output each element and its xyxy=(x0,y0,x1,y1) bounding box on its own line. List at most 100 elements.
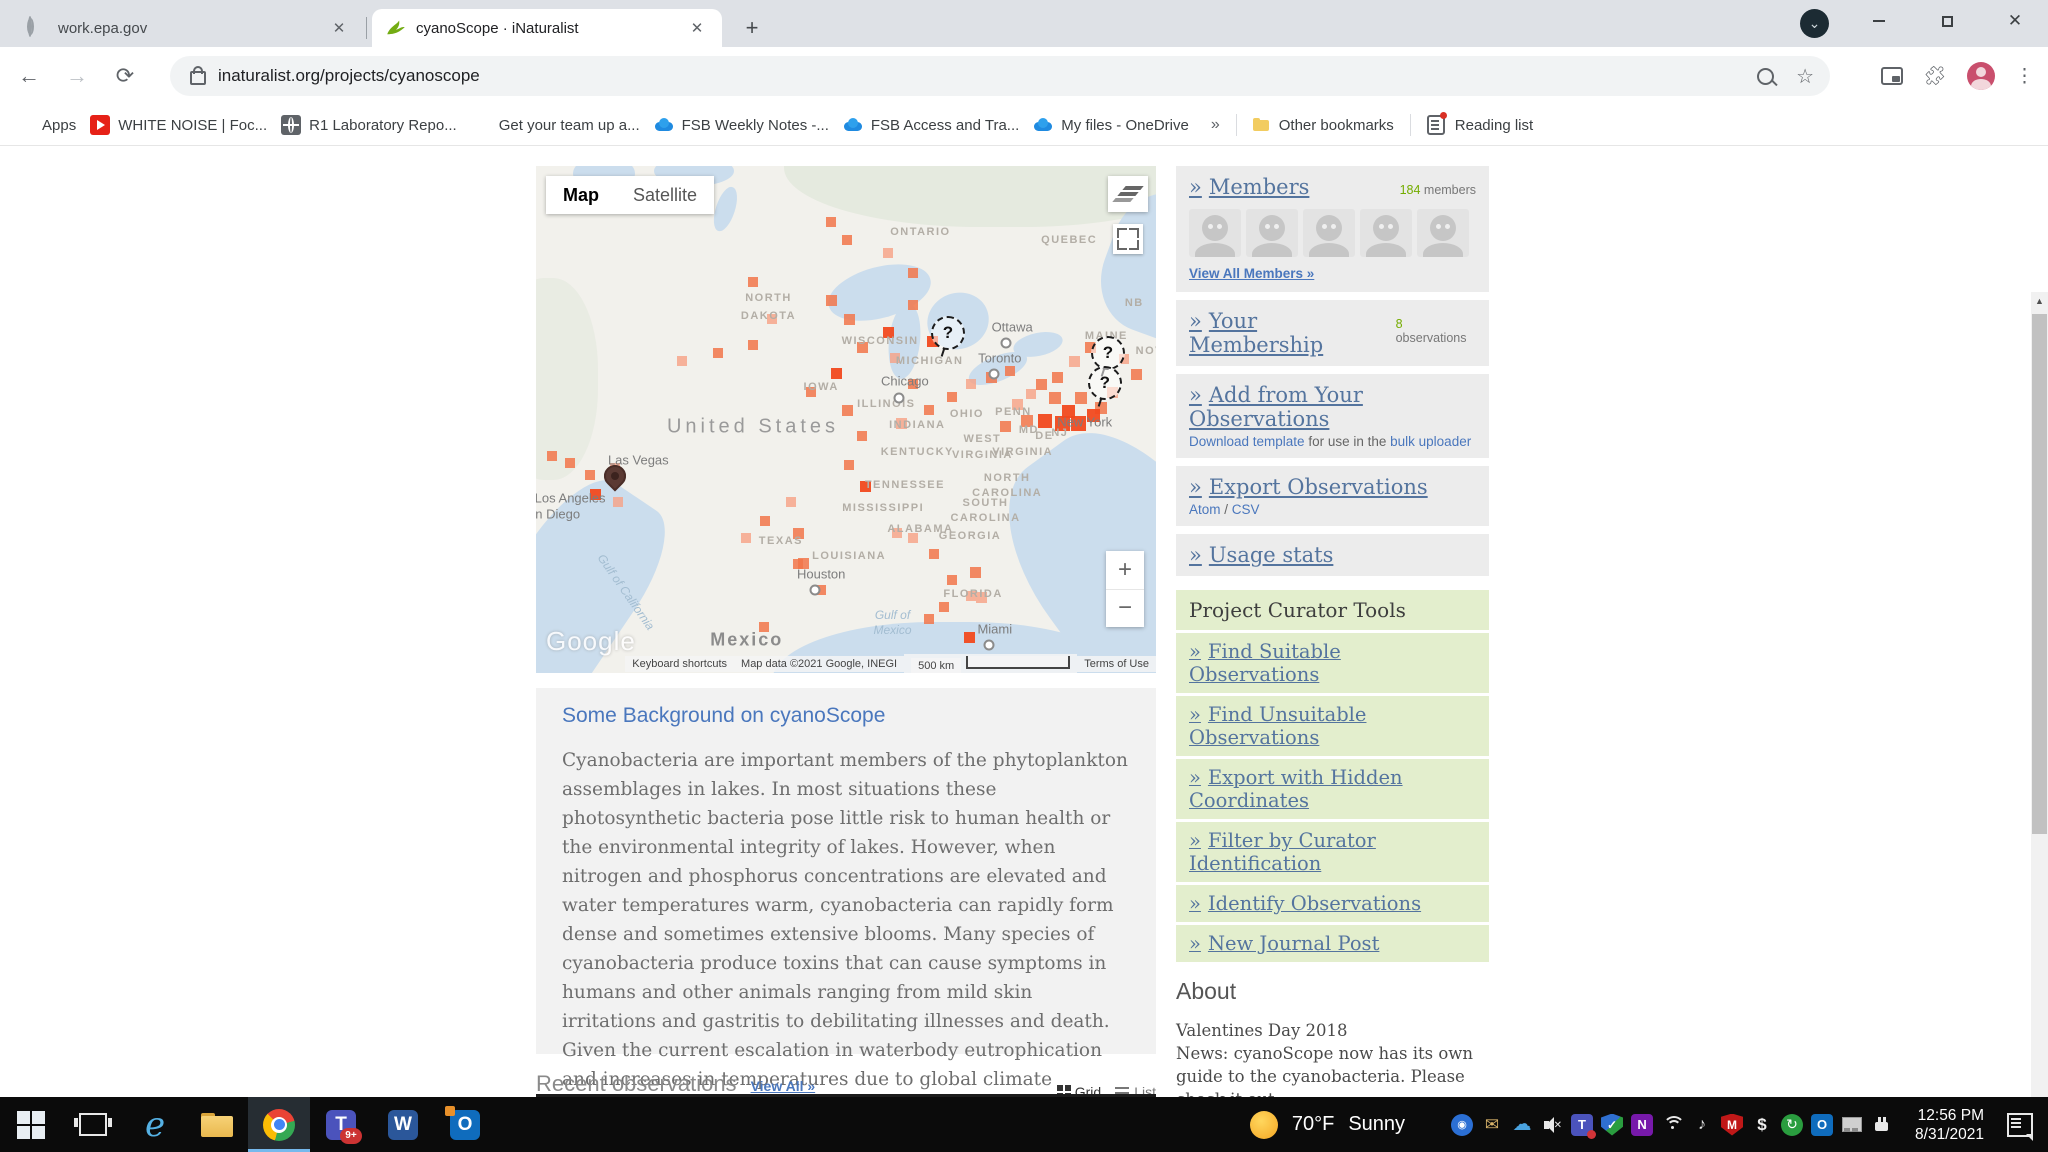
observation-heat-cell[interactable] xyxy=(565,458,575,468)
curator-tool-link[interactable]: »Find Suitable Observations xyxy=(1189,640,1341,686)
onedrive-tray-icon[interactable]: ☁ xyxy=(1511,1114,1533,1136)
observation-heat-cell[interactable] xyxy=(1038,414,1052,428)
scrollbar-thumb[interactable] xyxy=(2032,314,2047,834)
observation-heat-cell[interactable] xyxy=(1005,366,1015,376)
reading-list-button[interactable]: Reading list xyxy=(1425,115,1533,135)
curator-tool-link[interactable]: »Find Unsuitable Observations xyxy=(1189,703,1366,749)
start-button[interactable] xyxy=(0,1097,62,1152)
observation-heat-cell[interactable] xyxy=(939,602,949,612)
bulk-uploader-link[interactable]: bulk uploader xyxy=(1390,434,1471,449)
pip-extension-icon[interactable] xyxy=(1881,67,1903,85)
observation-heat-cell[interactable] xyxy=(842,405,853,416)
power-plug-icon[interactable] xyxy=(1871,1114,1893,1136)
journal-post-title[interactable]: Some Background on cyanoScope xyxy=(562,704,1130,728)
observation-heat-cell[interactable] xyxy=(908,268,918,278)
unknown-observation-marker[interactable]: ? xyxy=(1091,336,1125,370)
map-layers-button[interactable] xyxy=(1108,176,1148,212)
observations-map[interactable]: Map Satellite + − Google Keyboard shortc… xyxy=(536,166,1156,673)
other-bookmarks-button[interactable]: Other bookmarks xyxy=(1251,115,1394,135)
observation-heat-cell[interactable] xyxy=(1075,392,1087,404)
map-zoom-in-button[interactable]: + xyxy=(1106,551,1144,590)
bookmark-r1-laboratory-repo[interactable]: R1 Laboratory Repo... xyxy=(281,115,457,135)
observation-heat-cell[interactable] xyxy=(966,379,976,389)
observation-heat-cell[interactable] xyxy=(857,431,867,441)
bookmark-fsb-access-and-tra[interactable]: FSB Access and Tra... xyxy=(843,115,1019,135)
member-avatar[interactable] xyxy=(1303,209,1355,257)
outlook-tray-icon[interactable]: O xyxy=(1811,1114,1833,1136)
observation-heat-cell[interactable] xyxy=(908,533,918,543)
keyboard-shortcuts-link[interactable]: Keyboard shortcuts xyxy=(625,656,734,672)
observation-heat-cell[interactable] xyxy=(547,451,557,461)
bookmark-apps[interactable]: Apps xyxy=(14,115,76,135)
teams-tray-icon[interactable]: T xyxy=(1571,1114,1593,1136)
usage-stats-link[interactable]: »Usage stats xyxy=(1189,543,1333,567)
bookmark-my-files-onedrive[interactable]: My files - OneDrive xyxy=(1033,115,1189,135)
map-type-satellite-button[interactable]: Satellite xyxy=(616,176,714,214)
observation-heat-cell[interactable] xyxy=(883,248,893,258)
curator-tool-link[interactable]: »Filter by Curator Identification xyxy=(1189,829,1376,875)
unknown-observation-marker[interactable]: ? xyxy=(931,316,965,350)
observation-heat-cell[interactable] xyxy=(842,235,852,245)
address-bar[interactable]: inaturalist.org/projects/cyanoscope ☆ xyxy=(170,56,1830,96)
remote-display-icon[interactable] xyxy=(1841,1114,1863,1136)
observation-heat-cell[interactable] xyxy=(748,340,758,350)
url-text[interactable]: inaturalist.org/projects/cyanoscope xyxy=(218,66,480,86)
map-zoom-control[interactable]: + − xyxy=(1106,551,1144,627)
window-minimize-button[interactable] xyxy=(1848,0,1910,42)
observation-heat-cell[interactable] xyxy=(1049,392,1061,404)
word-icon[interactable]: W xyxy=(372,1097,434,1152)
back-button[interactable]: ← xyxy=(10,57,48,95)
curator-tool-link[interactable]: »Export with Hidden Coordinates xyxy=(1189,766,1403,812)
unknown-observation-marker[interactable]: ? xyxy=(1088,366,1122,400)
observation-heat-cell[interactable] xyxy=(924,614,934,624)
observation-heat-cell[interactable] xyxy=(713,348,723,358)
observation-heat-cell[interactable] xyxy=(947,392,957,402)
observation-heat-cell[interactable] xyxy=(1000,421,1011,432)
window-maximize-button[interactable] xyxy=(1916,0,1978,42)
members-link[interactable]: »Members xyxy=(1189,175,1309,199)
observation-heat-cell[interactable] xyxy=(844,460,854,470)
map-type-map-button[interactable]: Map xyxy=(546,176,616,214)
internet-explorer-icon[interactable]: e xyxy=(124,1097,186,1152)
file-explorer-icon[interactable] xyxy=(186,1097,248,1152)
map-zoom-out-button[interactable]: − xyxy=(1106,590,1144,628)
observation-heat-cell[interactable] xyxy=(831,368,842,379)
terms-of-use-link[interactable]: Terms of Use xyxy=(1077,656,1156,672)
observation-heat-cell[interactable] xyxy=(908,300,918,310)
volume-muted-icon[interactable]: ✕ xyxy=(1541,1114,1563,1136)
observation-heat-cell[interactable] xyxy=(1069,356,1080,367)
curator-tool-link[interactable]: »Identify Observations xyxy=(1189,892,1421,915)
tab-work-epa-gov[interactable]: work.epa.gov ✕ xyxy=(14,9,364,47)
lock-icon[interactable] xyxy=(190,71,206,85)
onenote-icon[interactable]: N xyxy=(1631,1114,1653,1136)
view-all-members-link[interactable]: View All Members » xyxy=(1189,266,1314,281)
outlook-app-icon[interactable]: O xyxy=(434,1097,496,1152)
secure-sign-in-icon[interactable]: ◉ xyxy=(1451,1114,1473,1136)
observation-heat-cell[interactable] xyxy=(844,314,855,325)
csv-link[interactable]: CSV xyxy=(1232,502,1260,517)
observation-heat-cell[interactable] xyxy=(741,533,751,543)
your-membership-link[interactable]: »Your Membership xyxy=(1189,309,1396,357)
browser-profile-icon[interactable]: ⌄ xyxy=(1800,9,1829,38)
cash-app-icon[interactable]: $ xyxy=(1751,1114,1773,1136)
window-close-button[interactable]: ✕ xyxy=(1984,0,2046,42)
add-from-observations-link[interactable]: »Add from Your Observations xyxy=(1189,383,1363,431)
observation-heat-cell[interactable] xyxy=(947,575,957,585)
observation-heat-cell[interactable] xyxy=(826,295,837,306)
bookmark-fsb-weekly-notes[interactable]: FSB Weekly Notes -... xyxy=(654,115,829,135)
mail-icon[interactable]: ✉ xyxy=(1481,1114,1503,1136)
page-scrollbar[interactable]: ▲ ▼ xyxy=(2031,292,2048,1152)
view-all-link[interactable]: View All » xyxy=(751,1078,816,1094)
observation-heat-cell[interactable] xyxy=(929,549,939,559)
profile-avatar[interactable] xyxy=(1967,62,1995,90)
observation-heat-cell[interactable] xyxy=(1036,379,1047,390)
windows-security-icon[interactable]: ✓ xyxy=(1601,1114,1623,1136)
bookmark-white-noise-foc[interactable]: WHITE NOISE | Foc... xyxy=(90,115,267,135)
bookmark-star-icon[interactable]: ☆ xyxy=(1796,64,1814,89)
member-avatar[interactable] xyxy=(1360,209,1412,257)
extensions-puzzle-icon[interactable]: 🧩︎ xyxy=(1923,64,1947,88)
bookmark-get-your-team-up-a[interactable]: Get your team up a... xyxy=(471,115,640,135)
wifi-icon[interactable] xyxy=(1661,1114,1683,1136)
scroll-up-arrow[interactable]: ▲ xyxy=(2031,292,2048,309)
teams-app-icon[interactable]: T9+ xyxy=(310,1097,372,1152)
